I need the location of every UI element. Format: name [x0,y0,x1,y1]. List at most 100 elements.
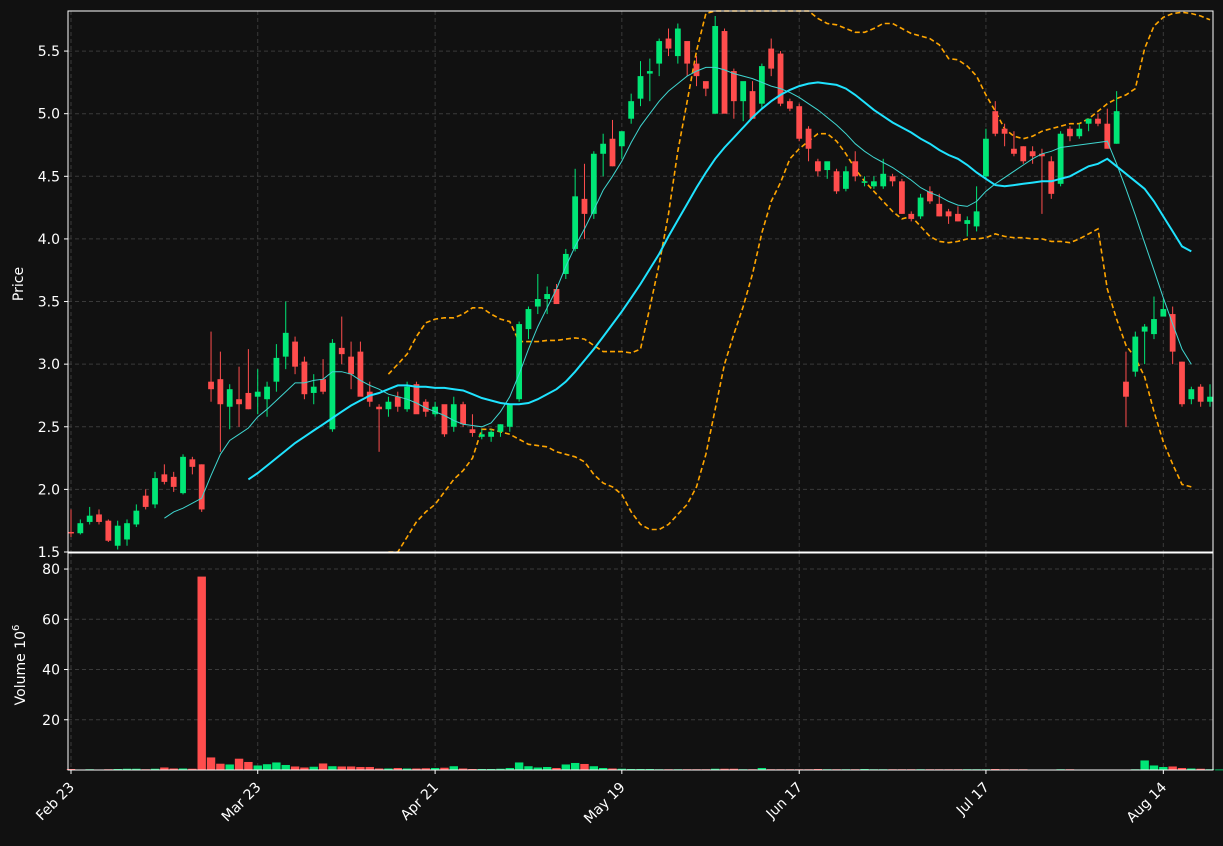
candle-body [646,71,653,74]
candle-body [96,514,102,522]
candle-body [413,384,420,415]
candle-body [955,213,961,222]
candle-body [394,396,401,407]
candle-body [1188,389,1195,400]
candle-body [124,523,130,540]
candle-body [656,41,663,64]
volume-axis-label-text: Volume 10 [13,631,29,705]
candle-body [983,138,989,177]
candle-body [852,161,859,177]
candle-body [86,515,93,522]
candle-body [506,404,513,427]
volume-axis-label: Volume 106 [11,625,29,706]
volume-bar [281,764,290,770]
candle-body [516,324,523,400]
chart-svg: 1.52.02.53.03.54.04.55.05.520406080Feb 2… [0,0,1223,842]
candle-body [236,399,242,405]
candle-body [609,138,616,167]
price-axis-label: Price [11,267,27,301]
candle-body [796,106,803,139]
candle-body [1011,148,1017,154]
candle-body [1132,336,1139,372]
candle-body [282,332,289,357]
candle-body [992,111,999,134]
candle-body [824,161,831,171]
candle-body [226,389,233,407]
volume-bar [197,576,206,770]
candle-body [170,476,177,487]
candle-body [964,220,971,224]
price-tick-label: 4.5 [38,169,60,185]
candle-body [1197,386,1204,402]
volume-axis-label-exponent: 6 [11,625,22,631]
candle-body [665,38,672,49]
candle-body [264,386,270,400]
price-tick-label: 3.5 [38,295,60,311]
volume-bar [524,766,533,770]
candle-body [945,211,952,217]
volume-bar [1149,765,1159,770]
candle-body [936,203,943,217]
candle-body [973,211,980,227]
price-tick-label: 5.5 [38,44,60,60]
volume-tick-label: 20 [42,713,60,729]
candle-body [871,181,877,187]
price-tick-label: 2.0 [38,482,60,498]
volume-bar [580,763,589,770]
candle-body [488,431,495,437]
volume-bar [253,765,262,770]
volume-tick-label: 40 [42,663,60,679]
candle-body [348,356,354,375]
candle-body [152,478,158,505]
volume-bar [262,764,272,770]
candle-body [478,434,485,437]
candle-body [320,379,326,392]
volume-bar [514,762,524,770]
volume-tick-label: 80 [42,562,60,578]
candle-body [198,464,205,510]
candle-body [301,361,308,395]
candle-body [189,459,196,467]
candle-body [786,101,793,109]
volume-tick-label: 60 [42,612,60,628]
candle-body [758,66,765,104]
candle-body [1067,128,1073,137]
candle-body [1029,151,1036,157]
candle-body [842,171,849,189]
candle-body [525,309,532,330]
candle-body [674,28,681,57]
price-tick-label: 2.5 [38,420,60,436]
candle-body [637,76,644,99]
candle-body [880,173,887,187]
candle-body [469,429,476,434]
candle-body [833,171,840,192]
candle-body [618,131,625,147]
candle-body [1179,361,1185,405]
price-tick-label: 5.0 [38,107,60,123]
candle-body [730,71,737,102]
candle-body [768,48,775,69]
candle-body [889,176,896,182]
candle-body [385,401,392,410]
candle-body [254,391,261,397]
candle-body [245,392,252,410]
volume-bar [328,766,337,770]
candle-body [376,406,382,410]
candle-body [1113,111,1120,144]
candle-body [600,143,607,154]
candle-body [581,198,588,214]
candle-body [105,520,112,541]
candle-body [805,128,812,149]
candle-body [712,26,719,114]
candle-body [1151,319,1157,335]
candle-body [628,101,635,119]
candle-body [1141,326,1148,332]
candle-body [114,525,121,546]
candle-body [534,299,541,307]
volume-bar [225,764,234,770]
candle-body [310,386,317,393]
candle-body [861,181,868,183]
volume-bar [318,763,328,770]
volume-bar [1168,766,1177,770]
price-tick-label: 4.0 [38,232,60,248]
